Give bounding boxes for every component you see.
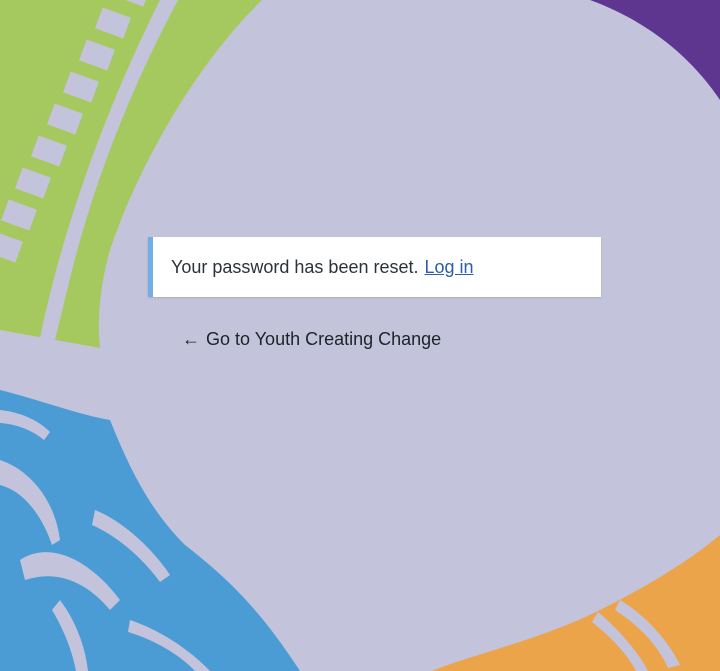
back-to-site-link[interactable]: ← Go to Youth Creating Change — [182, 329, 441, 350]
login-link[interactable]: Log in — [425, 257, 474, 278]
notice-message: Your password has been reset. — [171, 256, 419, 277]
password-reset-notice: Your password has been reset. Log in — [148, 237, 601, 297]
back-link-label: Go to Youth Creating Change — [206, 329, 442, 349]
arrow-left-icon: ← — [182, 329, 200, 349]
orange-shape — [432, 535, 720, 671]
purple-shape — [590, 0, 720, 100]
